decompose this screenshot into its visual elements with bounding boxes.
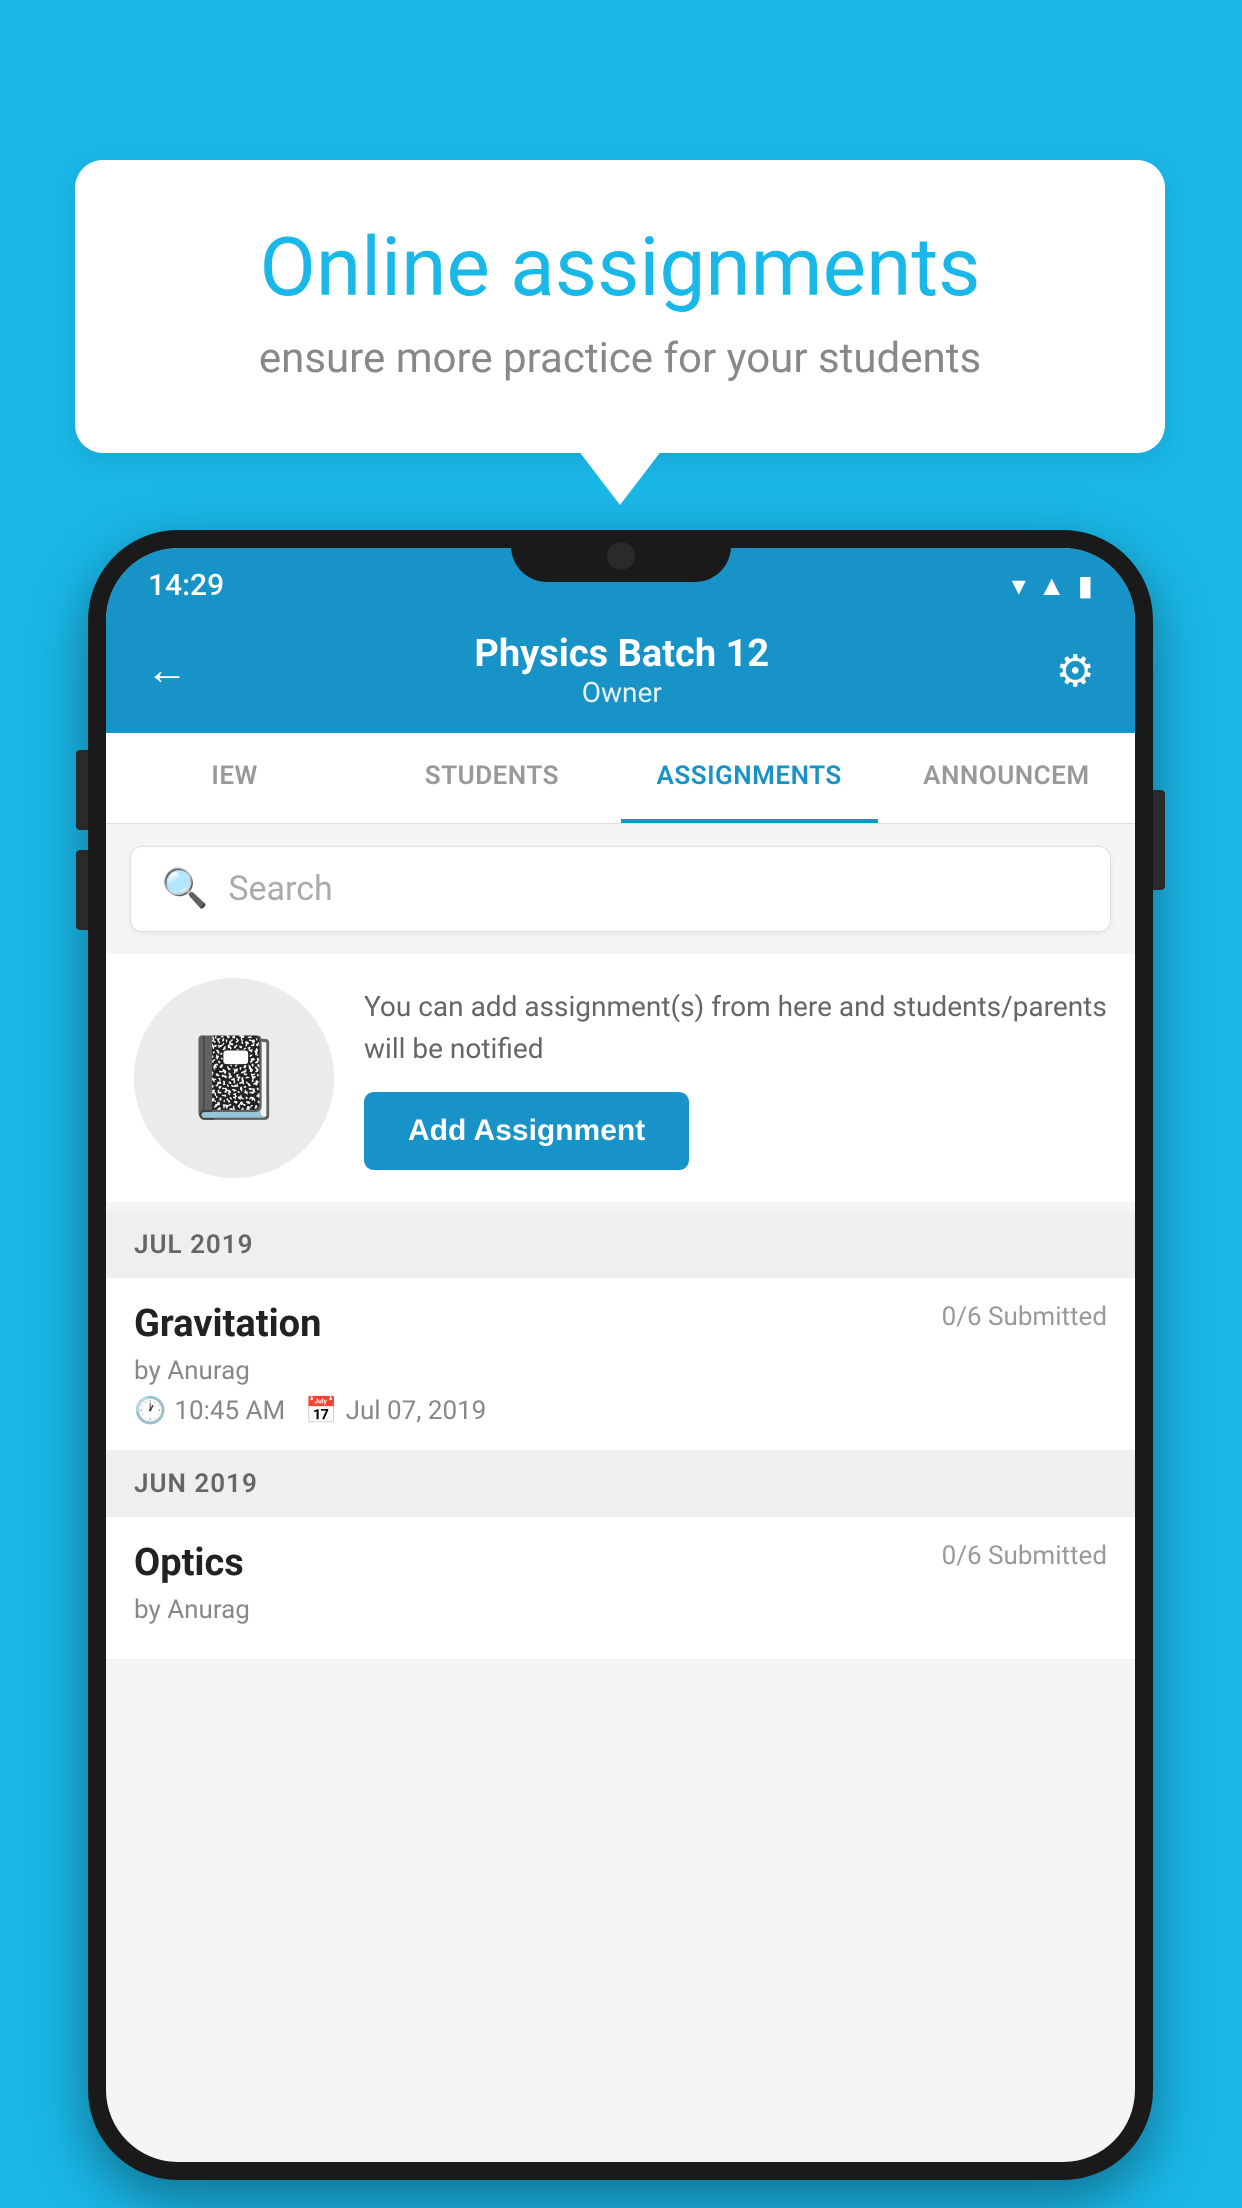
phone-container: 14:29 ▾ ▲ ▮ ← Physics Batch 12 Owner ⚙: [88, 530, 1153, 2180]
status-time: 14:29: [148, 568, 224, 603]
assignment-datetime-gravitation: 🕐 10:45 AM 📅 Jul 07, 2019: [134, 1396, 1107, 1426]
assignment-meta-optics: by Anurag: [134, 1595, 1107, 1625]
assignment-date: 📅 Jul 07, 2019: [305, 1396, 486, 1426]
battery-icon: ▮: [1078, 569, 1093, 602]
tab-students[interactable]: STUDENTS: [363, 733, 620, 823]
calendar-icon: 📅: [305, 1396, 337, 1426]
phone-frame: 14:29 ▾ ▲ ▮ ← Physics Batch 12 Owner ⚙: [88, 530, 1153, 2180]
tab-assignments[interactable]: ASSIGNMENTS: [621, 733, 878, 823]
header-subtitle: Owner: [188, 676, 1056, 709]
signal-icon: ▲: [1038, 569, 1066, 602]
notebook-icon: 📓: [184, 1031, 284, 1125]
search-input[interactable]: Search: [228, 869, 332, 909]
front-camera: [607, 542, 635, 570]
promo-icon-wrapper: 📓: [134, 978, 334, 1178]
app-header: ← Physics Batch 12 Owner ⚙: [106, 610, 1135, 733]
add-assignment-button[interactable]: Add Assignment: [364, 1092, 689, 1170]
bubble-subtitle: ensure more practice for your students: [155, 334, 1085, 383]
assignment-meta-gravitation: by Anurag: [134, 1356, 1107, 1386]
assignment-name-gravitation: Gravitation: [134, 1302, 321, 1346]
assignment-submitted-optics: 0/6 Submitted: [942, 1541, 1107, 1571]
status-icons: ▾ ▲ ▮: [1012, 569, 1093, 602]
assignment-name-optics: Optics: [134, 1541, 244, 1585]
bubble-title: Online assignments: [155, 220, 1085, 316]
volume-down-button: [76, 850, 88, 930]
tab-iew[interactable]: IEW: [106, 733, 363, 823]
section-header-jul: JUL 2019: [106, 1212, 1135, 1278]
speech-bubble: Online assignments ensure more practice …: [75, 160, 1165, 453]
assignment-top: Gravitation 0/6 Submitted: [134, 1302, 1107, 1346]
assignment-item-gravitation[interactable]: Gravitation 0/6 Submitted by Anurag 🕐 10…: [106, 1278, 1135, 1451]
assignment-top-optics: Optics 0/6 Submitted: [134, 1541, 1107, 1585]
header-center: Physics Batch 12 Owner: [188, 632, 1056, 709]
phone-screen: 14:29 ▾ ▲ ▮ ← Physics Batch 12 Owner ⚙: [106, 548, 1135, 2162]
search-icon: 🔍: [161, 867, 208, 911]
phone-notch: [511, 530, 731, 582]
clock-icon: 🕐: [134, 1396, 166, 1426]
search-bar[interactable]: 🔍 Search: [130, 846, 1111, 932]
assignment-item-optics[interactable]: Optics 0/6 Submitted by Anurag: [106, 1517, 1135, 1660]
gear-icon[interactable]: ⚙: [1056, 645, 1095, 697]
assignment-time: 🕐 10:45 AM: [134, 1396, 285, 1426]
volume-up-button: [76, 750, 88, 830]
wifi-icon: ▾: [1012, 569, 1026, 602]
back-button[interactable]: ←: [146, 646, 188, 695]
power-button: [1153, 790, 1165, 890]
promo-text-area: You can add assignment(s) from here and …: [364, 986, 1107, 1170]
tab-announcements[interactable]: ANNOUNCEM: [878, 733, 1135, 823]
speech-bubble-wrapper: Online assignments ensure more practice …: [75, 160, 1165, 453]
header-title: Physics Batch 12: [188, 632, 1056, 676]
promo-description: You can add assignment(s) from here and …: [364, 986, 1107, 1070]
assignment-submitted-gravitation: 0/6 Submitted: [942, 1302, 1107, 1332]
promo-card: 📓 You can add assignment(s) from here an…: [106, 954, 1135, 1202]
tabs-bar: IEW STUDENTS ASSIGNMENTS ANNOUNCEM: [106, 733, 1135, 824]
section-header-jun: JUN 2019: [106, 1451, 1135, 1517]
screen-inner: 14:29 ▾ ▲ ▮ ← Physics Batch 12 Owner ⚙: [106, 548, 1135, 2162]
